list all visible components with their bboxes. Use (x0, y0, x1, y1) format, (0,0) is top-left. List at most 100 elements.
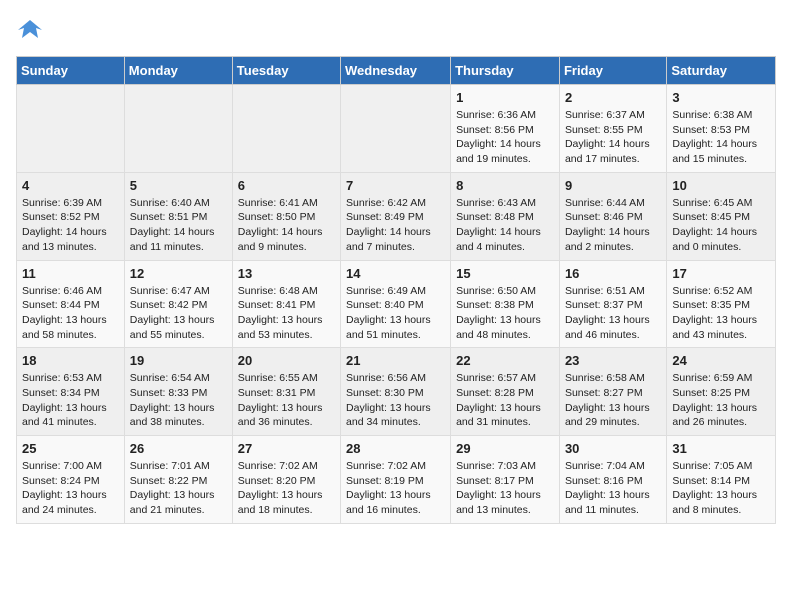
day-cell: 14 Sunrise: 6:49 AM Sunset: 8:40 PM Dayli… (341, 260, 451, 348)
week-row-4: 18 Sunrise: 6:53 AM Sunset: 8:34 PM Dayli… (17, 348, 776, 436)
day-info: Sunrise: 7:01 AM Sunset: 8:22 PM Dayligh… (130, 459, 227, 518)
day-cell: 10 Sunrise: 6:45 AM Sunset: 8:45 PM Dayli… (667, 172, 776, 260)
day-info: Sunrise: 6:41 AM Sunset: 8:50 PM Dayligh… (238, 196, 335, 255)
day-number: 2 (565, 90, 661, 105)
day-info: Sunrise: 6:38 AM Sunset: 8:53 PM Dayligh… (672, 108, 770, 167)
day-cell: 28 Sunrise: 7:02 AM Sunset: 8:19 PM Dayli… (341, 436, 451, 524)
day-cell: 26 Sunrise: 7:01 AM Sunset: 8:22 PM Dayli… (124, 436, 232, 524)
day-number: 26 (130, 441, 227, 456)
day-info: Sunrise: 6:51 AM Sunset: 8:37 PM Dayligh… (565, 284, 661, 343)
day-info: Sunrise: 6:46 AM Sunset: 8:44 PM Dayligh… (22, 284, 119, 343)
day-info: Sunrise: 6:47 AM Sunset: 8:42 PM Dayligh… (130, 284, 227, 343)
day-number: 24 (672, 353, 770, 368)
day-number: 19 (130, 353, 227, 368)
day-cell (17, 85, 125, 173)
week-row-5: 25 Sunrise: 7:00 AM Sunset: 8:24 PM Dayli… (17, 436, 776, 524)
day-info: Sunrise: 6:50 AM Sunset: 8:38 PM Dayligh… (456, 284, 554, 343)
day-info: Sunrise: 6:56 AM Sunset: 8:30 PM Dayligh… (346, 371, 445, 430)
day-number: 28 (346, 441, 445, 456)
day-cell: 13 Sunrise: 6:48 AM Sunset: 8:41 PM Dayli… (232, 260, 340, 348)
header-thursday: Thursday (451, 57, 560, 85)
day-number: 12 (130, 266, 227, 281)
day-info: Sunrise: 6:45 AM Sunset: 8:45 PM Dayligh… (672, 196, 770, 255)
week-row-1: 1 Sunrise: 6:36 AM Sunset: 8:56 PM Daylig… (17, 85, 776, 173)
day-info: Sunrise: 6:54 AM Sunset: 8:33 PM Dayligh… (130, 371, 227, 430)
day-info: Sunrise: 7:02 AM Sunset: 8:19 PM Dayligh… (346, 459, 445, 518)
day-number: 5 (130, 178, 227, 193)
day-number: 17 (672, 266, 770, 281)
day-number: 11 (22, 266, 119, 281)
day-number: 4 (22, 178, 119, 193)
day-info: Sunrise: 7:05 AM Sunset: 8:14 PM Dayligh… (672, 459, 770, 518)
day-number: 16 (565, 266, 661, 281)
day-cell: 21 Sunrise: 6:56 AM Sunset: 8:30 PM Dayli… (341, 348, 451, 436)
calendar: SundayMondayTuesdayWednesdayThursdayFrid… (16, 56, 776, 524)
day-cell (341, 85, 451, 173)
day-number: 8 (456, 178, 554, 193)
day-number: 18 (22, 353, 119, 368)
day-cell: 17 Sunrise: 6:52 AM Sunset: 8:35 PM Dayli… (667, 260, 776, 348)
day-info: Sunrise: 6:48 AM Sunset: 8:41 PM Dayligh… (238, 284, 335, 343)
day-cell: 6 Sunrise: 6:41 AM Sunset: 8:50 PM Daylig… (232, 172, 340, 260)
day-number: 27 (238, 441, 335, 456)
day-info: Sunrise: 6:43 AM Sunset: 8:48 PM Dayligh… (456, 196, 554, 255)
day-number: 1 (456, 90, 554, 105)
day-cell: 23Sunrise: 6:58 AM Sunset: 8:27 PM Dayli… (559, 348, 666, 436)
day-cell (124, 85, 232, 173)
day-info: Sunrise: 6:57 AM Sunset: 8:28 PM Dayligh… (456, 371, 554, 430)
header-monday: Monday (124, 57, 232, 85)
day-cell: 15Sunrise: 6:50 AM Sunset: 8:38 PM Dayli… (451, 260, 560, 348)
calendar-header-row: SundayMondayTuesdayWednesdayThursdayFrid… (17, 57, 776, 85)
day-cell: 19 Sunrise: 6:54 AM Sunset: 8:33 PM Dayli… (124, 348, 232, 436)
day-info: Sunrise: 6:36 AM Sunset: 8:56 PM Dayligh… (456, 108, 554, 167)
day-number: 7 (346, 178, 445, 193)
day-number: 6 (238, 178, 335, 193)
day-cell: 31Sunrise: 7:05 AM Sunset: 8:14 PM Dayli… (667, 436, 776, 524)
day-cell: 2Sunrise: 6:37 AM Sunset: 8:55 PM Daylig… (559, 85, 666, 173)
day-info: Sunrise: 6:49 AM Sunset: 8:40 PM Dayligh… (346, 284, 445, 343)
day-cell: 30Sunrise: 7:04 AM Sunset: 8:16 PM Dayli… (559, 436, 666, 524)
day-number: 20 (238, 353, 335, 368)
day-info: Sunrise: 7:02 AM Sunset: 8:20 PM Dayligh… (238, 459, 335, 518)
header-friday: Friday (559, 57, 666, 85)
day-cell: 18 Sunrise: 6:53 AM Sunset: 8:34 PM Dayli… (17, 348, 125, 436)
day-info: Sunrise: 6:44 AM Sunset: 8:46 PM Dayligh… (565, 196, 661, 255)
header-wednesday: Wednesday (341, 57, 451, 85)
day-info: Sunrise: 6:39 AM Sunset: 8:52 PM Dayligh… (22, 196, 119, 255)
day-info: Sunrise: 6:52 AM Sunset: 8:35 PM Dayligh… (672, 284, 770, 343)
day-cell: 5Sunrise: 6:40 AM Sunset: 8:51 PM Daylig… (124, 172, 232, 260)
day-cell: 1 Sunrise: 6:36 AM Sunset: 8:56 PM Daylig… (451, 85, 560, 173)
day-cell: 4 Sunrise: 6:39 AM Sunset: 8:52 PM Daylig… (17, 172, 125, 260)
day-cell: 12 Sunrise: 6:47 AM Sunset: 8:42 PM Dayli… (124, 260, 232, 348)
day-number: 29 (456, 441, 554, 456)
day-info: Sunrise: 6:42 AM Sunset: 8:49 PM Dayligh… (346, 196, 445, 255)
day-cell: 16 Sunrise: 6:51 AM Sunset: 8:37 PM Dayli… (559, 260, 666, 348)
header-sunday: Sunday (17, 57, 125, 85)
day-number: 13 (238, 266, 335, 281)
day-number: 3 (672, 90, 770, 105)
day-info: Sunrise: 6:53 AM Sunset: 8:34 PM Dayligh… (22, 371, 119, 430)
day-number: 30 (565, 441, 661, 456)
day-cell: 20 Sunrise: 6:55 AM Sunset: 8:31 PM Dayli… (232, 348, 340, 436)
header (16, 16, 776, 44)
day-number: 21 (346, 353, 445, 368)
day-info: Sunrise: 7:03 AM Sunset: 8:17 PM Dayligh… (456, 459, 554, 518)
header-saturday: Saturday (667, 57, 776, 85)
day-cell: 9Sunrise: 6:44 AM Sunset: 8:46 PM Daylig… (559, 172, 666, 260)
day-number: 14 (346, 266, 445, 281)
day-info: Sunrise: 6:59 AM Sunset: 8:25 PM Dayligh… (672, 371, 770, 430)
week-row-3: 11 Sunrise: 6:46 AM Sunset: 8:44 PM Dayli… (17, 260, 776, 348)
day-cell: 25 Sunrise: 7:00 AM Sunset: 8:24 PM Dayli… (17, 436, 125, 524)
day-cell: 7 Sunrise: 6:42 AM Sunset: 8:49 PM Daylig… (341, 172, 451, 260)
day-cell: 8 Sunrise: 6:43 AM Sunset: 8:48 PM Daylig… (451, 172, 560, 260)
day-info: Sunrise: 6:58 AM Sunset: 8:27 PM Dayligh… (565, 371, 661, 430)
day-info: Sunrise: 6:55 AM Sunset: 8:31 PM Dayligh… (238, 371, 335, 430)
day-number: 10 (672, 178, 770, 193)
day-number: 25 (22, 441, 119, 456)
day-cell: 11 Sunrise: 6:46 AM Sunset: 8:44 PM Dayli… (17, 260, 125, 348)
day-cell: 3 Sunrise: 6:38 AM Sunset: 8:53 PM Daylig… (667, 85, 776, 173)
day-cell: 29 Sunrise: 7:03 AM Sunset: 8:17 PM Dayli… (451, 436, 560, 524)
day-info: Sunrise: 7:00 AM Sunset: 8:24 PM Dayligh… (22, 459, 119, 518)
day-number: 22 (456, 353, 554, 368)
day-cell: 22 Sunrise: 6:57 AM Sunset: 8:28 PM Dayli… (451, 348, 560, 436)
